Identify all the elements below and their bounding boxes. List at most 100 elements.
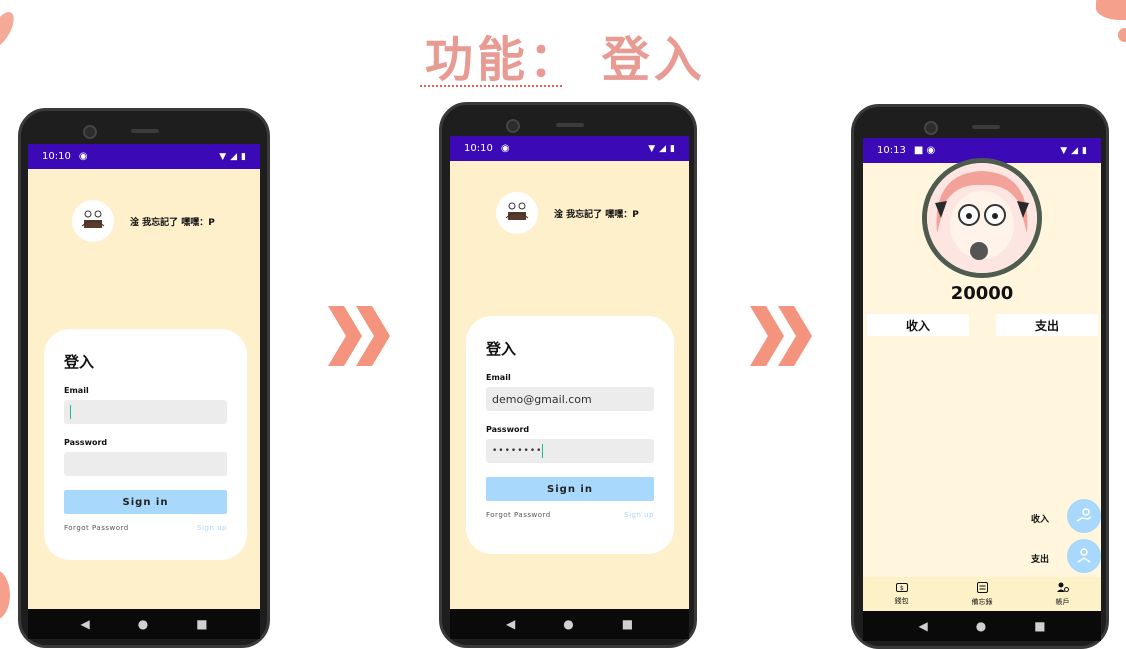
battery-icon: ▮ xyxy=(670,143,675,154)
signal-icon: ◢ xyxy=(230,151,238,162)
status-time: 10:13 xyxy=(877,145,906,156)
recents-icon[interactable]: ■ xyxy=(622,617,633,631)
nav-item-memo[interactable]: 備忘錄 xyxy=(971,581,993,607)
fab-income-label: 收入 xyxy=(1031,515,1050,525)
notification-icon: ■ ◉ xyxy=(913,145,936,156)
back-icon[interactable]: ◀ xyxy=(506,617,515,631)
phone-mockup-filled-login: 10:10 ◉ ▼ ◢ ▮ 淦 我忘記了 嘿嘿：P 登入 Email demo@gma… xyxy=(439,102,697,648)
system-nav-bar: ◀ ● ■ xyxy=(450,609,689,639)
coin-hand-icon xyxy=(1076,508,1092,522)
login-card: 登入 Email demo@gmail.com Password •••••••… xyxy=(466,316,674,554)
memo-icon xyxy=(976,581,988,595)
email-field[interactable] xyxy=(64,400,227,424)
login-title: 登入 xyxy=(64,353,95,371)
login-title: 登入 xyxy=(486,340,517,358)
decoration-blob xyxy=(1118,28,1126,42)
slide-title: 功能： 登入 xyxy=(425,32,706,88)
sign-in-button[interactable]: Sign in xyxy=(486,477,654,501)
text-cursor xyxy=(70,405,71,419)
camera-icon xyxy=(924,121,938,135)
home-icon[interactable]: ● xyxy=(138,617,148,631)
app-header: 淦 我忘記了 嘿嘿：P xyxy=(72,200,215,242)
user-avatar[interactable] xyxy=(922,158,1042,278)
email-field[interactable]: demo@gmail.com xyxy=(486,387,654,411)
svg-text:$: $ xyxy=(900,585,904,592)
nav-item-wallet[interactable]: $ 錢包 xyxy=(894,582,909,606)
income-tab[interactable]: 收入 xyxy=(867,314,969,336)
app-logo xyxy=(496,192,538,234)
battery-icon: ▮ xyxy=(1082,145,1087,156)
presentation-slide: 功能： 登入 10:10 ◉ ▼ ◢ ▮ 淦 我忘記了 嘿嘿：P 登入 Email xyxy=(0,0,1126,649)
phone-mockup-empty-login: 10:10 ◉ ▼ ◢ ▮ 淦 我忘記了 嘿嘿：P 登入 Email Password… xyxy=(18,108,270,648)
sign-in-button[interactable]: Sign in xyxy=(64,490,227,514)
decoration-blob xyxy=(1096,0,1126,20)
phone-screen: 10:10 ◉ ▼ ◢ ▮ 淦 我忘記了 嘿嘿：P 登入 Email Password… xyxy=(28,144,260,639)
account-settings-icon xyxy=(1056,582,1069,595)
home-icon[interactable]: ● xyxy=(563,617,573,631)
nav-label-wallet: 錢包 xyxy=(894,596,909,605)
password-label: Password xyxy=(486,425,530,434)
recents-icon[interactable]: ■ xyxy=(196,617,207,631)
system-nav-bar: ◀ ● ■ xyxy=(28,609,260,639)
app-logo xyxy=(72,200,114,242)
forgot-password-link[interactable]: Forgot Password xyxy=(486,511,551,519)
app-tagline: 淦 我忘記了 嘿嘿：P xyxy=(130,217,215,228)
battery-icon: ▮ xyxy=(241,151,246,162)
email-label: Email xyxy=(486,373,511,382)
speaker-grille xyxy=(131,129,159,133)
camera-icon xyxy=(506,119,520,133)
decoration-blob xyxy=(0,8,19,52)
add-expense-button[interactable] xyxy=(1067,539,1101,573)
password-field[interactable]: •••••••• xyxy=(486,439,654,463)
status-time: 10:10 xyxy=(464,143,493,154)
balance-amount: 20000 xyxy=(950,283,1014,304)
nav-item-account[interactable]: 帳戶 xyxy=(1056,582,1070,607)
title-underline xyxy=(420,83,562,87)
login-card: 登入 Email Password Sign in Forgot Passwor… xyxy=(44,329,247,560)
speaker-grille xyxy=(556,123,584,127)
coin-drop-icon xyxy=(1077,548,1091,563)
password-value: •••••••• xyxy=(492,446,543,456)
back-icon[interactable]: ◀ xyxy=(918,619,927,633)
email-value: demo@gmail.com xyxy=(492,392,592,406)
status-time: 10:10 xyxy=(42,151,71,162)
app-tagline: 淦 我忘記了 嘿嘿：P xyxy=(554,209,639,220)
notification-icon: ◉ xyxy=(78,151,88,162)
decoration-blob xyxy=(0,570,10,620)
expense-tab[interactable]: 支出 xyxy=(996,314,1098,336)
wifi-icon: ▼ xyxy=(219,151,227,162)
camera-icon xyxy=(83,125,97,139)
signal-icon: ◢ xyxy=(1071,145,1079,156)
signal-icon: ◢ xyxy=(659,143,667,154)
status-bar: 10:10 ◉ ▼ ◢ ▮ xyxy=(450,136,689,161)
next-arrow-icon xyxy=(328,306,392,366)
home-icon[interactable]: ● xyxy=(976,619,986,633)
password-label: Password xyxy=(64,438,108,447)
nav-label-account: 帳戶 xyxy=(1055,597,1070,606)
app-header: 淦 我忘記了 嘿嘿：P xyxy=(496,192,639,234)
status-bar: 10:10 ◉ ▼ ◢ ▮ xyxy=(28,144,260,169)
forgot-password-link[interactable]: Forgot Password xyxy=(64,524,129,532)
login-footer: Forgot Password Sign up xyxy=(64,524,227,532)
sign-up-link[interactable]: Sign up xyxy=(624,511,654,519)
add-income-button[interactable] xyxy=(1067,499,1101,533)
recents-icon[interactable]: ■ xyxy=(1034,619,1045,633)
login-footer: Forgot Password Sign up xyxy=(486,511,654,519)
nav-label-memo: 備忘錄 xyxy=(971,597,993,606)
fab-expense-label: 支出 xyxy=(1031,555,1050,565)
wifi-icon: ▼ xyxy=(648,143,656,154)
speaker-grille xyxy=(972,125,1000,129)
phone-screen: 10:13 ■ ◉ ▼ ◢ ▮ 20000 收入 支出 收入 支出 $ 錢包 備… xyxy=(863,138,1101,641)
bottom-navigation: $ 錢包 備忘錄 帳戶 xyxy=(863,577,1101,611)
phone-screen: 10:10 ◉ ▼ ◢ ▮ 淦 我忘記了 嘿嘿：P 登入 Email demo@gma… xyxy=(450,136,689,639)
back-icon[interactable]: ◀ xyxy=(80,617,89,631)
text-cursor xyxy=(542,444,544,458)
sign-up-link[interactable]: Sign up xyxy=(197,524,227,532)
password-field[interactable] xyxy=(64,452,227,476)
wallet-icon: $ xyxy=(895,582,908,594)
phone-mockup-home: 10:13 ■ ◉ ▼ ◢ ▮ 20000 收入 支出 收入 支出 $ 錢包 備… xyxy=(851,104,1109,649)
system-nav-bar: ◀ ● ■ xyxy=(863,611,1101,641)
email-label: Email xyxy=(64,386,89,395)
wifi-icon: ▼ xyxy=(1060,145,1068,156)
next-arrow-icon xyxy=(750,306,814,366)
